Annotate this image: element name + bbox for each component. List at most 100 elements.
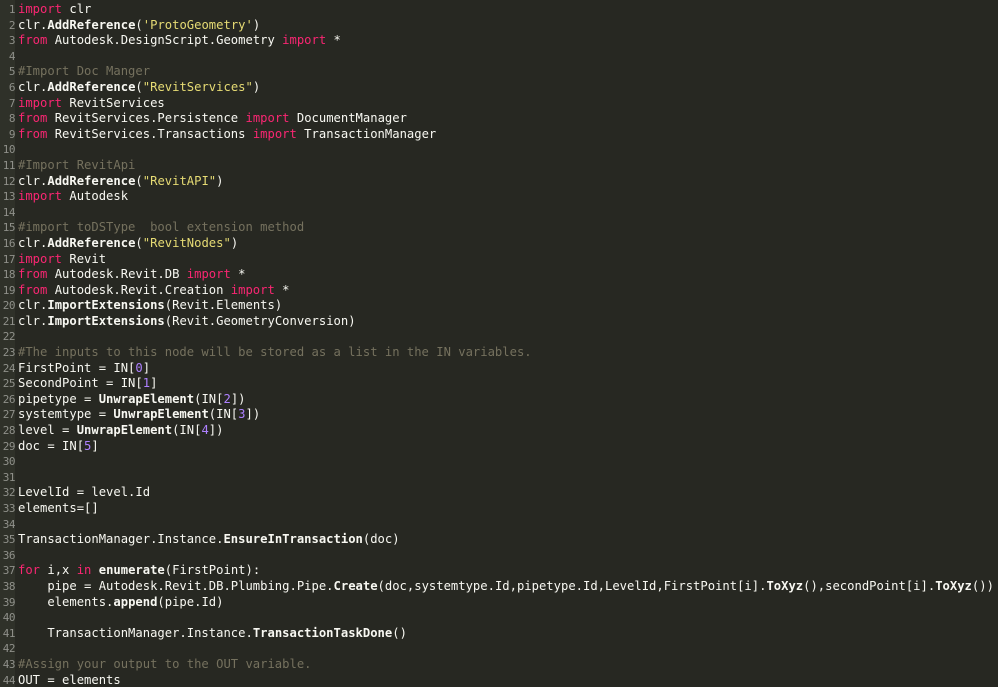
code-text: from Autodesk.DesignScript.Geometry impo… — [18, 33, 341, 49]
code-line[interactable]: 14 — [0, 205, 998, 221]
code-token: () — [392, 625, 407, 640]
code-line[interactable]: 29 doc = IN[5] — [0, 439, 998, 455]
code-line[interactable]: 2 clr.AddReference('ProtoGeometry') — [0, 18, 998, 34]
code-text: from Autodesk.Revit.Creation import * — [18, 283, 290, 299]
code-line[interactable]: 41 TransactionManager.Instance.Transacti… — [0, 626, 998, 642]
code-token: import — [18, 2, 63, 16]
code-line[interactable]: 40 — [0, 610, 998, 626]
code-line[interactable]: 37 for i,x in enumerate(FirstPoint): — [0, 563, 998, 579]
code-token: OUT = elements — [18, 672, 121, 687]
line-number: 43 — [2, 657, 16, 671]
code-line[interactable]: 44 OUT = elements — [0, 673, 998, 687]
code-token: ( — [135, 79, 143, 94]
code-line[interactable]: 43 #Assign your output to the OUT variabl… — [0, 657, 998, 673]
code-line[interactable]: 18 from Autodesk.Revit.DB import * — [0, 267, 998, 283]
line-number: 21 — [2, 314, 16, 328]
code-line[interactable]: 21 clr.ImportExtensions(Revit.GeometryCon… — [0, 314, 998, 330]
code-line[interactable]: 42 — [0, 641, 998, 657]
code-line[interactable]: 30 — [0, 454, 998, 470]
code-line[interactable]: 33 elements=[] — [0, 501, 998, 517]
line-number: 40 — [2, 611, 16, 625]
code-token: (),secondPoint[i]. — [803, 578, 936, 593]
code-line[interactable]: 22 — [0, 329, 998, 345]
code-line[interactable]: 16 clr.AddReference("RevitNodes") — [0, 236, 998, 252]
code-token: (Revit.GeometryConversion) — [164, 313, 356, 328]
line-number: 24 — [2, 361, 16, 375]
code-token: Autodesk.DesignScript.Geometry — [47, 33, 283, 48]
code-line[interactable]: 27 systemtype = UnwrapElement(IN[3]) — [0, 407, 998, 423]
code-token: clr. — [18, 17, 48, 32]
code-text: from RevitServices.Persistence import Do… — [18, 111, 407, 127]
code-token: elements=[] — [18, 501, 99, 515]
line-number: 9 — [8, 127, 16, 141]
code-line[interactable]: 28 level = UnwrapElement(IN[4]) — [0, 423, 998, 439]
code-token: #Import Doc Manger — [18, 64, 151, 79]
line-number: 20 — [2, 299, 16, 313]
line-number: 7 — [8, 96, 16, 110]
code-token: clr. — [18, 173, 48, 188]
code-line[interactable]: 32 LevelId = level.Id — [0, 485, 998, 501]
code-token: (pipe.Id) — [157, 594, 224, 609]
code-line[interactable]: 13 import Autodesk — [0, 189, 998, 205]
code-token: ) — [230, 235, 239, 250]
code-text: #Import Doc Manger — [18, 64, 150, 80]
line-number: 31 — [2, 470, 16, 484]
code-line[interactable]: 17 import Revit — [0, 252, 998, 268]
code-token: EnsureInTransaction — [223, 532, 363, 547]
line-number: 22 — [2, 330, 16, 344]
code-token: enumerate — [98, 563, 165, 578]
code-lines: 1 import clr 2 clr.AddReference('ProtoGeome… — [0, 2, 998, 687]
code-token: from — [18, 33, 48, 48]
line-number: 26 — [2, 392, 16, 406]
code-line[interactable]: 36 — [0, 548, 998, 564]
code-line[interactable]: 9 from RevitServices.Transactions import … — [0, 127, 998, 143]
code-token: 4 — [201, 423, 209, 438]
code-token: #Assign your output to the OUT variable. — [18, 656, 312, 671]
code-line[interactable]: 35 TransactionManager.Instance.EnsureInTr… — [0, 532, 998, 548]
code-line[interactable]: 3 from Autodesk.DesignScript.Geometry imp… — [0, 33, 998, 49]
code-line[interactable]: 4 — [0, 49, 998, 65]
code-line[interactable]: 25 SecondPoint = IN[1] — [0, 376, 998, 392]
code-text: from Autodesk.Revit.DB import * — [18, 267, 246, 283]
code-token: clr. — [18, 298, 48, 313]
line-number: 30 — [2, 455, 16, 469]
code-token: DocumentManager — [289, 111, 407, 126]
code-token: level = — [18, 423, 77, 438]
code-token: in — [76, 563, 92, 578]
line-number: 39 — [2, 595, 16, 609]
code-line[interactable]: 7 import RevitServices — [0, 96, 998, 112]
code-token: AddReference — [47, 17, 136, 32]
code-token: TransactionManager.Instance. — [18, 625, 253, 640]
code-line[interactable]: 23 #The inputs to this node will be store… — [0, 345, 998, 361]
code-token: 2 — [223, 391, 231, 406]
code-line[interactable]: 6 clr.AddReference("RevitServices") — [0, 80, 998, 96]
code-line[interactable]: 20 clr.ImportExtensions(Revit.Elements) — [0, 298, 998, 314]
code-line[interactable]: 12 clr.AddReference("RevitAPI") — [0, 174, 998, 190]
code-token: from — [18, 267, 48, 282]
line-number: 36 — [2, 548, 16, 562]
code-token: ImportExtensions — [47, 298, 165, 313]
code-line[interactable]: 24 FirstPoint = IN[0] — [0, 361, 998, 377]
code-text: #import toDSType bool extension method — [18, 220, 304, 236]
code-line[interactable]: 1 import clr — [0, 2, 998, 18]
code-line[interactable]: 34 — [0, 517, 998, 533]
code-token: (doc,systemtype.Id,pipetype.Id,LevelId,F… — [377, 578, 767, 593]
code-token: (IN[ — [172, 423, 202, 438]
code-line[interactable]: 39 elements.append(pipe.Id) — [0, 595, 998, 611]
code-line[interactable]: 31 — [0, 470, 998, 486]
code-line[interactable]: 19 from Autodesk.Revit.Creation import * — [0, 283, 998, 299]
code-line[interactable]: 26 pipetype = UnwrapElement(IN[2]) — [0, 392, 998, 408]
code-editor[interactable]: 1 import clr 2 clr.AddReference('ProtoGeome… — [0, 0, 998, 687]
code-token: import — [230, 282, 275, 297]
line-number: 19 — [2, 283, 16, 297]
code-token: TransactionManager.Instance. — [18, 532, 224, 547]
code-line[interactable]: 38 pipe = Autodesk.Revit.DB.Plumbing.Pip… — [0, 579, 998, 595]
code-token: import — [252, 126, 297, 141]
code-line[interactable]: 5 #Import Doc Manger — [0, 64, 998, 80]
code-token: (Revit.Elements) — [164, 298, 283, 313]
code-line[interactable]: 10 — [0, 142, 998, 158]
code-line[interactable]: 15 #import toDSType bool extension method — [0, 220, 998, 236]
code-token: #import toDSType bool extension method — [18, 220, 305, 235]
code-line[interactable]: 8 from RevitServices.Persistence import D… — [0, 111, 998, 127]
code-line[interactable]: 11 #Import RevitApi — [0, 158, 998, 174]
